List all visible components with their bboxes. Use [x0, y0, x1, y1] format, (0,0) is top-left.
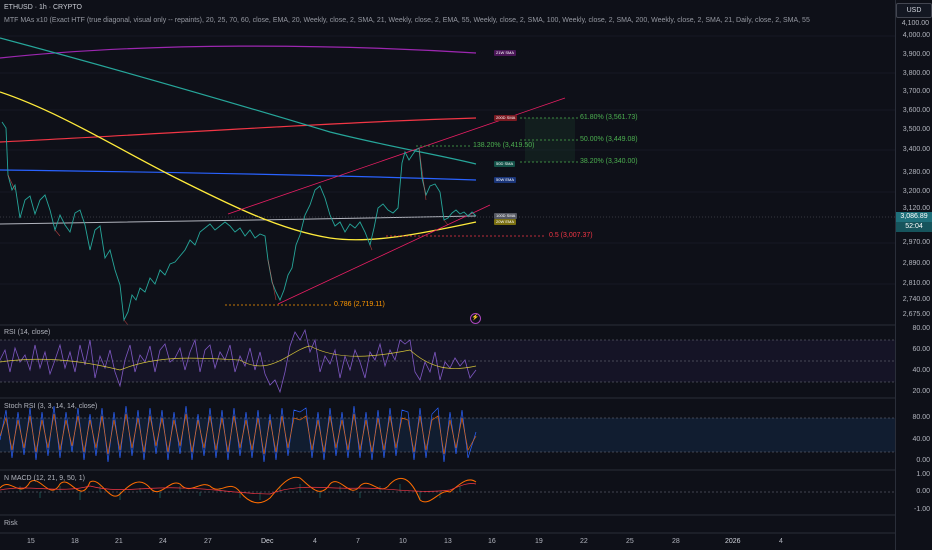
price-tick: 3,600.00	[902, 107, 930, 114]
rsi-title[interactable]: RSI (14, close)	[4, 329, 50, 336]
fib-label-786: 0.786 (2,719.11)	[334, 301, 385, 308]
time-tick: 25	[626, 538, 634, 545]
time-tick: 28	[672, 538, 680, 545]
price-tick: 3,700.00	[902, 88, 930, 95]
tag-200d-sma: 200D SMA	[494, 115, 518, 121]
rsi-tick: 60.00	[912, 346, 930, 353]
time-tick: 13	[444, 538, 452, 545]
rsi-tick: 80.00	[912, 325, 930, 332]
tag-20w-ema: 20W EMA	[494, 219, 517, 225]
chart-canvas[interactable]	[0, 0, 895, 550]
fib-label-05: 0.5 (3,007.37)	[549, 232, 593, 239]
price-tick: 3,800.00	[902, 70, 930, 77]
time-tick: 21	[115, 538, 123, 545]
macd-title[interactable]: N MACD (12, 21, 9, 50, 1)	[4, 475, 85, 482]
time-tick: 24	[159, 538, 167, 545]
time-tick: 22	[580, 538, 588, 545]
rsi-tick: 40.00	[912, 367, 930, 374]
time-tick: 15	[27, 538, 35, 545]
time-tick: 4	[779, 538, 783, 545]
tag-21w-sma: 21W SMA	[494, 50, 517, 56]
time-tick: 4	[313, 538, 317, 545]
price-tick: 2,740.00	[902, 296, 930, 303]
time-tick: 7	[356, 538, 360, 545]
price-tick: 4,100.00	[901, 20, 929, 27]
lightning-icon[interactable]: ⚡	[470, 313, 481, 324]
price-tick: 2,890.00	[902, 260, 930, 267]
time-tick: 16	[488, 538, 496, 545]
time-tick: 2026	[725, 538, 741, 545]
price-tick: 3,280.00	[902, 169, 930, 176]
price-tick: 2,970.00	[902, 239, 930, 246]
time-tick: 27	[204, 538, 212, 545]
price-tick: 3,400.00	[902, 146, 930, 153]
time-tick: 19	[535, 538, 543, 545]
indicator-title[interactable]: MTF MAs x10 (Exact HTF (true diagonal, v…	[4, 17, 810, 24]
symbol-title[interactable]: ETHUSD · 1h · CRYPTO	[4, 4, 82, 11]
price-tick: 2,675.00	[902, 311, 930, 318]
stoch-tick: 0.00	[916, 457, 930, 464]
price-tick: 3,900.00	[902, 51, 930, 58]
tag-50w-ema: 50W EMA	[494, 177, 517, 183]
bar-countdown: 52:04	[896, 222, 932, 232]
time-tick: Dec	[261, 538, 274, 545]
time-tick: 18	[71, 538, 79, 545]
stoch-title[interactable]: Stoch RSI (3, 3, 14, 14, close)	[4, 403, 97, 410]
stoch-tick: 80.00	[912, 414, 930, 421]
macd-tick: 0.00	[916, 488, 930, 495]
currency-button[interactable]: USD	[896, 3, 932, 18]
price-axis[interactable]: 4,000.00 3,900.00 3,800.00 3,700.00 3,60…	[895, 0, 932, 550]
risk-title[interactable]: Risk	[4, 520, 18, 527]
chart-background	[0, 0, 895, 550]
price-tick: 3,200.00	[902, 188, 930, 195]
tag-50d-sma: 50D SMA	[494, 161, 516, 167]
price-tick: 4,000.00	[902, 32, 930, 39]
price-tick: 3,500.00	[902, 126, 930, 133]
fib-label-618: 61.80% (3,561.73)	[580, 114, 638, 121]
macd-tick: -1.00	[914, 506, 930, 513]
macd-tick: 1.00	[916, 471, 930, 478]
stoch-tick: 40.00	[912, 436, 930, 443]
last-price-badge: 3,086.89	[896, 212, 932, 222]
fib-label-382: 38.20% (3,340.00)	[580, 158, 638, 165]
fib-label-1382: 138.20% (3,419.50)	[473, 142, 535, 149]
price-tick: 2,810.00	[902, 280, 930, 287]
rsi-tick: 20.00	[912, 388, 930, 395]
time-tick: 10	[399, 538, 407, 545]
fib-label-50: 50.00% (3,449.08)	[580, 136, 638, 143]
